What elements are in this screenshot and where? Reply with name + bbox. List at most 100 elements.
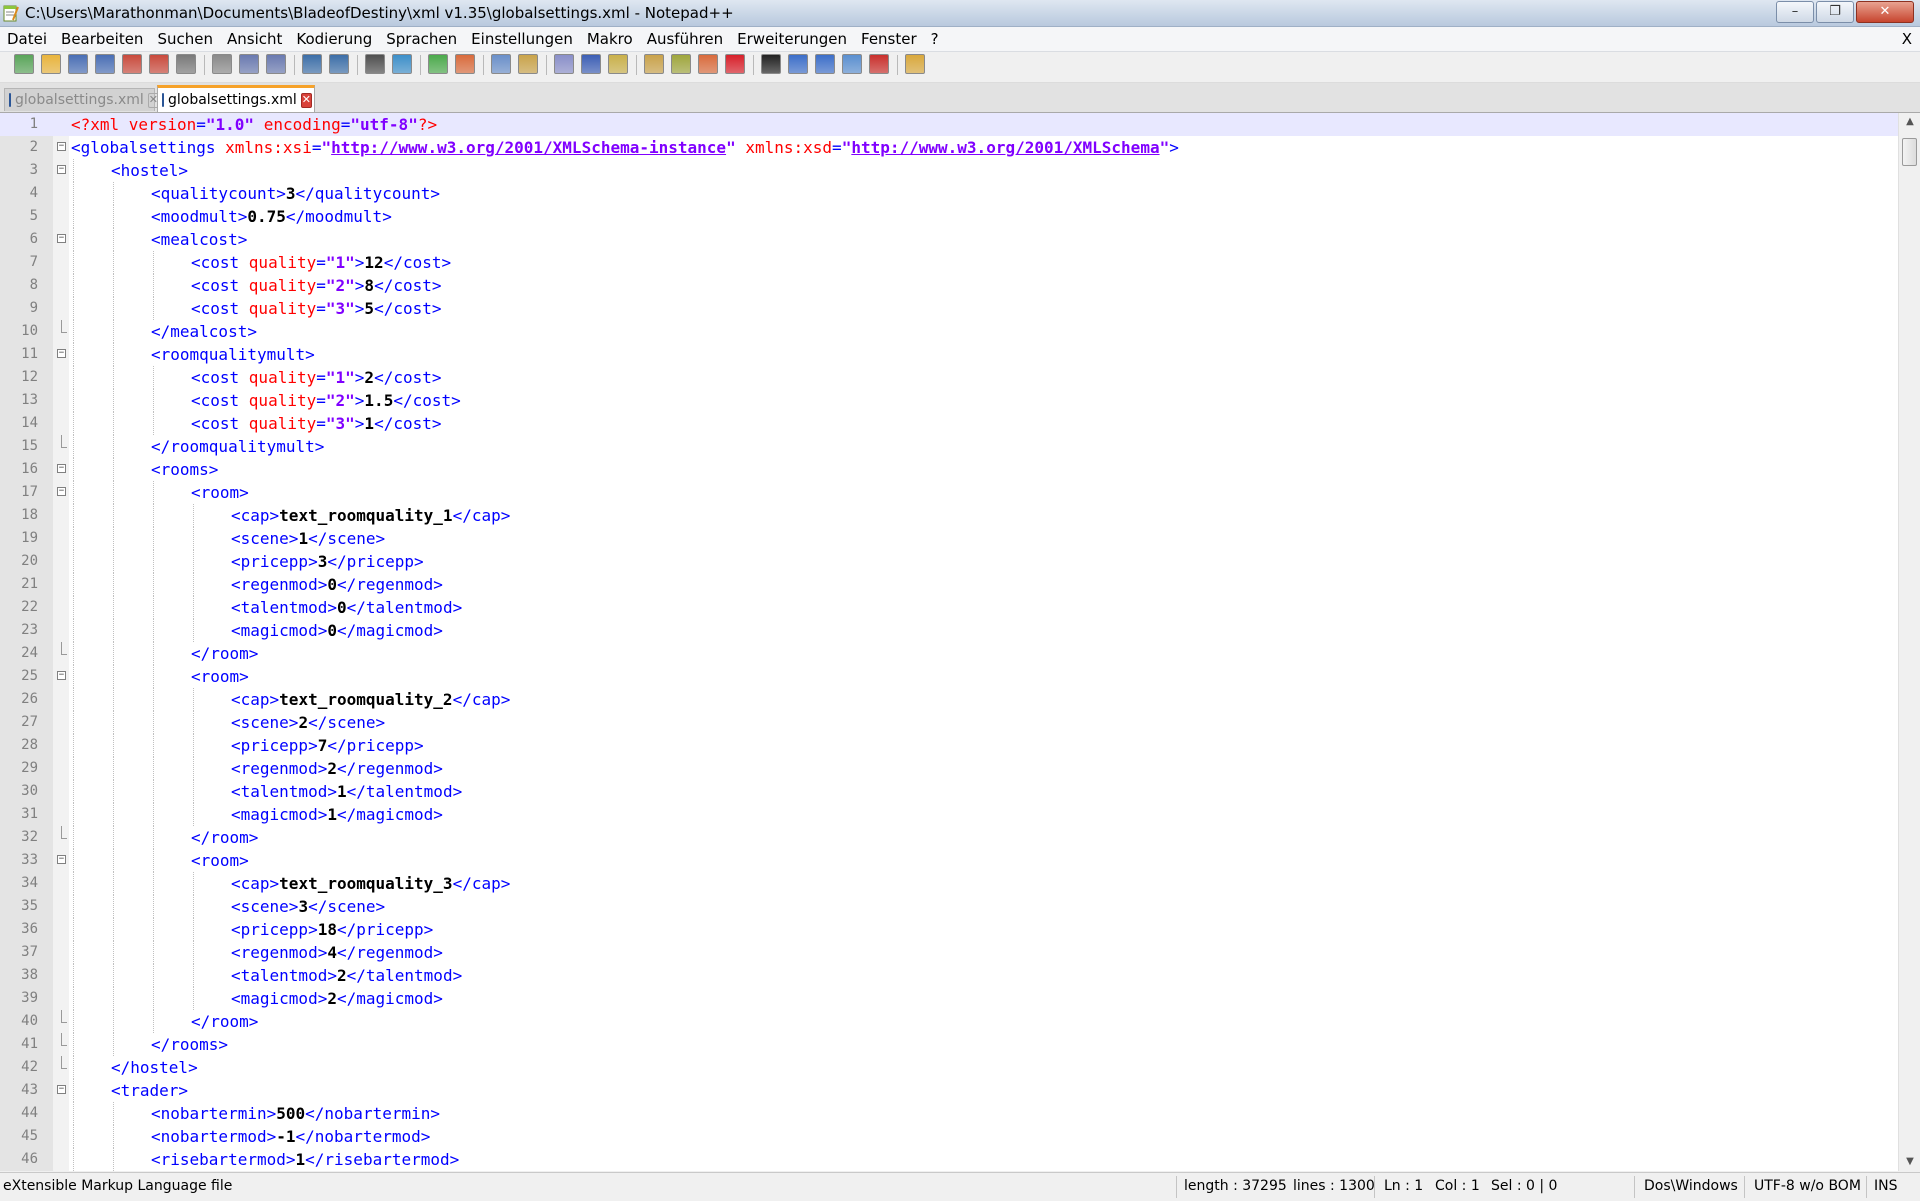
paste-icon[interactable] bbox=[266, 54, 286, 74]
open-file-icon[interactable] bbox=[41, 54, 61, 74]
sync-vertical-icon[interactable] bbox=[491, 54, 511, 74]
code-line[interactable]: 10 </mealcost> bbox=[0, 320, 1898, 343]
copy-icon[interactable] bbox=[239, 54, 259, 74]
code-line[interactable]: 35 <scene>3</scene> bbox=[0, 895, 1898, 918]
code-line[interactable]: 41 </rooms> bbox=[0, 1033, 1898, 1056]
new-file-icon[interactable] bbox=[14, 54, 34, 74]
menu-makro[interactable]: Makro bbox=[580, 27, 640, 51]
code-line[interactable]: 37 <regenmod>4</regenmod> bbox=[0, 941, 1898, 964]
close-document-button[interactable]: X bbox=[1902, 30, 1912, 48]
menu-help[interactable]: ? bbox=[924, 27, 946, 51]
zoom-out-icon[interactable] bbox=[455, 54, 475, 74]
save-icon[interactable] bbox=[68, 54, 88, 74]
code-line[interactable]: 28 <pricepp>7</pricepp> bbox=[0, 734, 1898, 757]
code-line[interactable]: 40 </room> bbox=[0, 1010, 1898, 1033]
code-line[interactable]: 38 <talentmod>2</talentmod> bbox=[0, 964, 1898, 987]
code-line[interactable]: 9 <cost quality="3">5</cost> bbox=[0, 297, 1898, 320]
vertical-scrollbar[interactable]: ▲ ▼ bbox=[1898, 113, 1920, 1171]
code-line[interactable]: 19 <scene>1</scene> bbox=[0, 527, 1898, 550]
fold-toggle-icon[interactable]: − bbox=[57, 165, 66, 174]
fold-toggle-icon[interactable]: − bbox=[57, 855, 66, 864]
menu-ansicht[interactable]: Ansicht bbox=[220, 27, 289, 51]
token-url[interactable]: http://www.w3.org/2001/XMLSchema-instanc… bbox=[331, 138, 726, 157]
save-all-icon[interactable] bbox=[95, 54, 115, 74]
fold-toggle-icon[interactable]: − bbox=[57, 142, 66, 151]
code-line[interactable]: 20 <pricepp>3</pricepp> bbox=[0, 550, 1898, 573]
fold-toggle-icon[interactable]: − bbox=[57, 234, 66, 243]
tab-close-icon[interactable]: ✕ bbox=[300, 92, 313, 108]
code-line[interactable]: 29 <regenmod>2</regenmod> bbox=[0, 757, 1898, 780]
code-line[interactable]: 30 <talentmod>1</talentmod> bbox=[0, 780, 1898, 803]
word-wrap-icon[interactable] bbox=[554, 54, 574, 74]
code-line[interactable]: 27 <scene>2</scene> bbox=[0, 711, 1898, 734]
function-list-icon[interactable] bbox=[698, 54, 718, 74]
code-line[interactable]: 15 </roomqualitymult> bbox=[0, 435, 1898, 458]
redo-icon[interactable] bbox=[329, 54, 349, 74]
code-line[interactable]: 6 − <mealcost> bbox=[0, 228, 1898, 251]
code-line[interactable]: 45 <nobartermod>-1</nobartermod> bbox=[0, 1125, 1898, 1148]
code-line[interactable]: 13 <cost quality="2">1.5</cost> bbox=[0, 389, 1898, 412]
code-line[interactable]: 46 <risebartermod>1</risebartermod> bbox=[0, 1148, 1898, 1171]
code-line[interactable]: 44 <nobartermin>500</nobartermin> bbox=[0, 1102, 1898, 1125]
code-line[interactable]: 32 </room> bbox=[0, 826, 1898, 849]
sync-horizontal-icon[interactable] bbox=[518, 54, 538, 74]
launch-in-browser-icon[interactable] bbox=[905, 54, 925, 74]
fold-toggle-icon[interactable]: − bbox=[57, 487, 66, 496]
code-line[interactable]: 24 </room> bbox=[0, 642, 1898, 665]
code-line[interactable]: 26 <cap>text_roomquality_2</cap> bbox=[0, 688, 1898, 711]
code-line[interactable]: 5 <moodmult>0.75</moodmult> bbox=[0, 205, 1898, 228]
code-line[interactable]: 22 <talentmod>0</talentmod> bbox=[0, 596, 1898, 619]
scroll-down-icon[interactable]: ▼ bbox=[1899, 1153, 1920, 1171]
record-macro-icon[interactable] bbox=[725, 54, 745, 74]
menu-datei[interactable]: Datei bbox=[0, 27, 54, 51]
playback-macro-icon[interactable] bbox=[788, 54, 808, 74]
maximize-button[interactable]: ❐ bbox=[1816, 1, 1854, 23]
replace-icon[interactable] bbox=[392, 54, 412, 74]
menu-ausf-hren[interactable]: Ausführen bbox=[640, 27, 730, 51]
code-line[interactable]: 1 <?xml version="1.0" encoding="utf-8"?> bbox=[0, 113, 1898, 136]
code-line[interactable]: 21 <regenmod>0</regenmod> bbox=[0, 573, 1898, 596]
code-editor[interactable]: 1 <?xml version="1.0" encoding="utf-8"?> 2… bbox=[0, 113, 1898, 1171]
fold-toggle-icon[interactable]: − bbox=[57, 1085, 66, 1094]
menu-sprachen[interactable]: Sprachen bbox=[379, 27, 464, 51]
print-icon[interactable] bbox=[176, 54, 196, 74]
user-defined-language-icon[interactable] bbox=[644, 54, 664, 74]
tab-globalsettings-1[interactable]: globalsettings.xml ✕ bbox=[4, 88, 160, 111]
code-line[interactable]: 33 − <room> bbox=[0, 849, 1898, 872]
close-window-button[interactable]: ✕ bbox=[1856, 1, 1914, 23]
code-line[interactable]: 18 <cap>text_roomquality_1</cap> bbox=[0, 504, 1898, 527]
scroll-up-icon[interactable]: ▲ bbox=[1899, 113, 1920, 131]
run-macro-multiple-icon[interactable] bbox=[815, 54, 835, 74]
code-line[interactable]: 8 <cost quality="2">8</cost> bbox=[0, 274, 1898, 297]
code-line[interactable]: 34 <cap>text_roomquality_3</cap> bbox=[0, 872, 1898, 895]
code-line[interactable]: 17 − <room> bbox=[0, 481, 1898, 504]
tab-globalsettings-2[interactable]: globalsettings.xml ✕ bbox=[157, 85, 315, 112]
code-line[interactable]: 16 − <rooms> bbox=[0, 458, 1898, 481]
fold-toggle-icon[interactable]: − bbox=[57, 671, 66, 680]
code-line[interactable]: 31 <magicmod>1</magicmod> bbox=[0, 803, 1898, 826]
menu-fenster[interactable]: Fenster bbox=[854, 27, 924, 51]
token-url[interactable]: http://www.w3.org/2001/XMLSchema bbox=[851, 138, 1159, 157]
code-line[interactable]: 7 <cost quality="1">12</cost> bbox=[0, 251, 1898, 274]
code-line[interactable]: 43 − <trader> bbox=[0, 1079, 1898, 1102]
scroll-thumb[interactable] bbox=[1902, 138, 1917, 166]
undo-icon[interactable] bbox=[302, 54, 322, 74]
menu-bearbeiten[interactable]: Bearbeiten bbox=[54, 27, 150, 51]
document-map-icon[interactable] bbox=[671, 54, 691, 74]
code-line[interactable]: 4 <qualitycount>3</qualitycount> bbox=[0, 182, 1898, 205]
indent-guide-icon[interactable] bbox=[608, 54, 628, 74]
code-line[interactable]: 25 − <room> bbox=[0, 665, 1898, 688]
find-icon[interactable] bbox=[365, 54, 385, 74]
save-macro-icon[interactable] bbox=[842, 54, 862, 74]
minimize-button[interactable]: – bbox=[1776, 1, 1814, 23]
code-line[interactable]: 11 − <roomqualitymult> bbox=[0, 343, 1898, 366]
code-line[interactable]: 36 <pricepp>18</pricepp> bbox=[0, 918, 1898, 941]
zoom-in-icon[interactable] bbox=[428, 54, 448, 74]
menu-suchen[interactable]: Suchen bbox=[150, 27, 220, 51]
menu-einstellungen[interactable]: Einstellungen bbox=[464, 27, 580, 51]
stop-recording-icon[interactable] bbox=[761, 54, 781, 74]
cut-icon[interactable] bbox=[212, 54, 232, 74]
fold-toggle-icon[interactable]: − bbox=[57, 464, 66, 473]
spell-check-icon[interactable] bbox=[869, 54, 889, 74]
close-icon[interactable] bbox=[122, 54, 142, 74]
